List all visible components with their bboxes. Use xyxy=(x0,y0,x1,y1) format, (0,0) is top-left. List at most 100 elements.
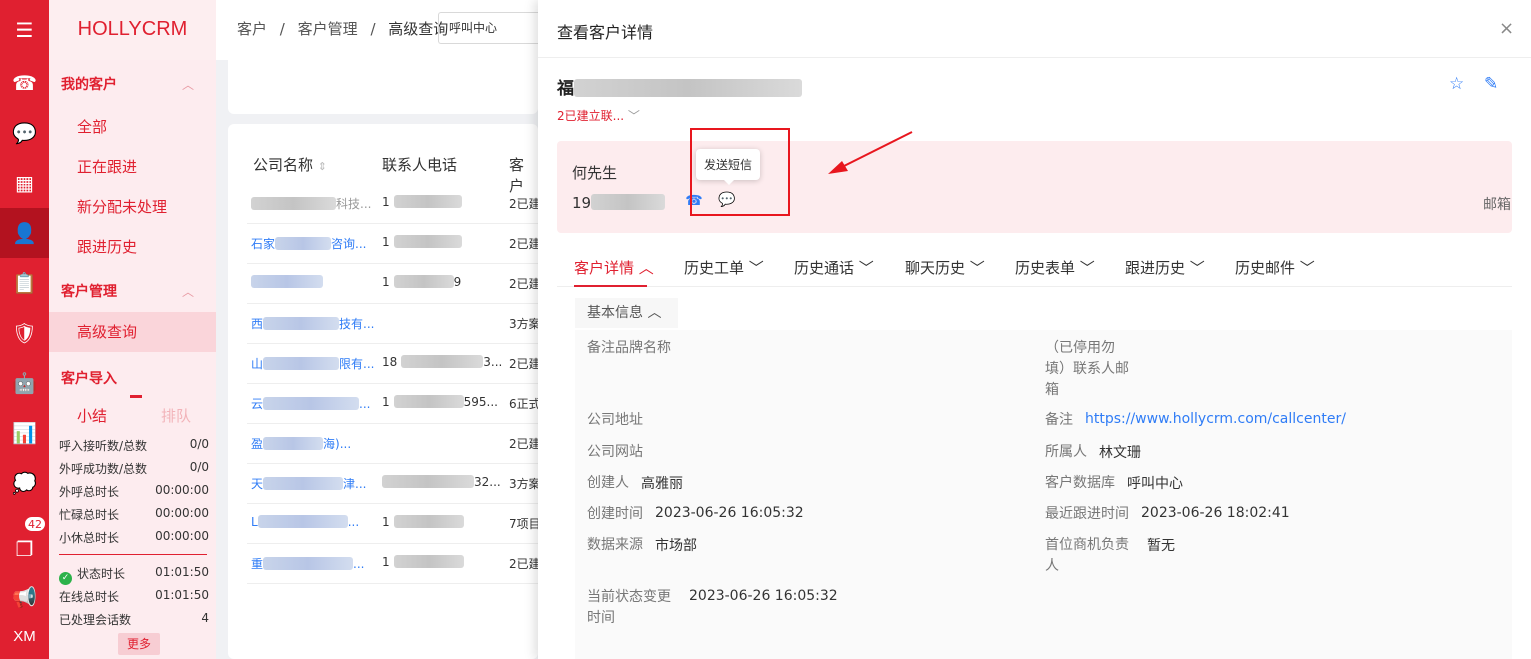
sidebar-item-new-assigned[interactable]: 新分配未处理 xyxy=(77,196,167,217)
star-icon[interactable]: ☆ xyxy=(1449,74,1464,94)
pointer-arrow xyxy=(828,131,913,174)
shield-icon[interactable]: 🛡 xyxy=(0,308,49,358)
tab-indicator xyxy=(574,285,647,287)
column-header-phone: 联系人电话 xyxy=(382,156,458,174)
field-label: 最近跟进时间 xyxy=(1045,506,1129,522)
chevron-down-icon: ﹀ xyxy=(627,109,640,123)
table-row[interactable]: 石家 咨询... 1 2已建 xyxy=(247,224,541,264)
table-row[interactable]: 云... 1 595... 6正式 xyxy=(247,384,541,424)
drawer-title: 查看客户详情 xyxy=(557,23,654,42)
check-circle-icon: ✓ xyxy=(59,572,72,585)
edit-icon[interactable]: ✎ xyxy=(1484,74,1498,94)
table-row[interactable]: 西技有... 3方案 xyxy=(247,304,541,344)
breadcrumb-customer[interactable]: 客户 xyxy=(237,20,267,38)
sidebar-group-customer-import[interactable]: 客户导入 xyxy=(61,368,117,388)
summary-tabs: 小结 排队 xyxy=(49,395,216,435)
email-label: 邮箱 xyxy=(1483,197,1511,213)
filter-panel xyxy=(228,60,538,114)
breadcrumb: 客户 / 客户管理 / 高级查询 xyxy=(237,20,449,38)
source-value: 市场部 xyxy=(655,538,697,554)
summary-tab-indicator xyxy=(130,395,142,398)
follow-time-value: 2023-06-26 18:02:41 xyxy=(1141,505,1290,521)
field-label: 首位商机负责人 xyxy=(1045,537,1129,574)
create-time-value: 2023-06-26 16:05:32 xyxy=(655,505,804,521)
breadcrumb-customer-manage[interactable]: 客户管理 xyxy=(298,20,358,38)
database-select[interactable]: 呼叫中心 xyxy=(438,12,538,44)
sidebar-group-my-customers[interactable]: 我的客户 xyxy=(61,74,117,94)
sidebar-item-all[interactable]: 全部 xyxy=(77,116,107,137)
customer-detail-drawer: 查看客户详情 × 福 ☆ ✎ 2已建立联... ﹀ 何先生 19 ☎ 💬 邮箱 … xyxy=(538,0,1531,659)
tab-history-calls[interactable]: 历史通话 ﹀ xyxy=(794,257,874,278)
tab-history-emails[interactable]: 历史邮件 ﹀ xyxy=(1235,257,1315,278)
pages-icon[interactable]: ❐ 42 xyxy=(0,516,49,574)
lead-value: 暂无 xyxy=(1147,538,1175,554)
field-label: 备注品牌名称 xyxy=(587,340,671,356)
chevron-up-icon[interactable]: ︿ xyxy=(182,283,194,300)
table-row[interactable]: 盈海)... 2已建 xyxy=(247,424,541,464)
stat-row: 呼入接听数/总数 0/0 xyxy=(59,437,209,453)
sidebar-item-advanced-search[interactable]: 高级查询 xyxy=(49,312,216,352)
table-row[interactable]: 科技... 1 2已建 xyxy=(247,184,541,224)
user-initials[interactable]: XM xyxy=(0,628,49,645)
clipboard-icon[interactable]: 📋 xyxy=(0,258,49,308)
chart-icon[interactable]: 📊 xyxy=(0,408,49,458)
field-label: （已停用勿填）联系人邮箱 xyxy=(1045,340,1129,398)
robot-icon[interactable]: 🤖 xyxy=(0,358,49,408)
field-label: 所属人 xyxy=(1045,444,1087,460)
table-row[interactable]: 19 2已建 xyxy=(247,264,541,304)
tab-follow-history[interactable]: 跟进历史 ﹀ xyxy=(1125,257,1205,278)
state-time-value: 2023-06-26 16:05:32 xyxy=(689,588,838,604)
table-row[interactable]: L... 1 7项目 xyxy=(247,504,541,544)
field-label: 公司地址 xyxy=(587,412,643,428)
message-icon[interactable]: 💭 xyxy=(0,458,49,508)
database-value: 呼叫中心 xyxy=(1127,476,1183,492)
tab-history-tickets[interactable]: 历史工单 ﹀ xyxy=(684,257,764,278)
tab-customer-detail[interactable]: 客户详情 ︿ xyxy=(574,257,654,278)
sidebar-group-customer-manage[interactable]: 客户管理 xyxy=(61,281,117,301)
field-label: 当前状态变更时间 xyxy=(587,589,671,626)
basic-info-panel: 备注品牌名称 （已停用勿填）联系人邮箱 公司地址 备注 https://www.… xyxy=(575,330,1512,659)
tab-summary[interactable]: 小结 xyxy=(77,405,107,426)
phone-icon[interactable]: ☎ xyxy=(0,58,49,108)
divider xyxy=(59,554,207,555)
relation-status-dropdown[interactable]: 2已建立联... ﹀ xyxy=(557,107,640,124)
customer-icon[interactable]: 👤 xyxy=(0,208,49,258)
field-label: 创建人 xyxy=(587,475,629,491)
tab-chat-history[interactable]: 聊天历史 ﹀ xyxy=(905,257,985,278)
contact-name: 何先生 xyxy=(572,164,618,182)
contact-phone: 19 xyxy=(572,194,666,212)
stat-row: 已处理会话数 4 xyxy=(59,611,209,627)
menu-icon[interactable]: ☰ xyxy=(0,5,49,55)
remark-link[interactable]: https://www.hollycrm.com/callcenter/ xyxy=(1085,411,1346,427)
customer-name: 福 xyxy=(557,74,802,99)
divider xyxy=(538,57,1531,58)
megaphone-icon[interactable]: 📢 xyxy=(0,572,49,622)
table-row[interactable]: 山限有... 18 3... 2已建 xyxy=(247,344,541,384)
column-header-company[interactable]: 公司名称 ⇕ xyxy=(253,154,327,175)
stat-row: ✓ 状态时长 01:01:50 xyxy=(59,565,209,585)
sort-icon[interactable]: ⇕ xyxy=(318,160,327,173)
table-row[interactable]: 重... 1 2已建 xyxy=(247,544,541,584)
detail-tabs: 客户详情 ︿ 历史工单 ﹀ 历史通话 ﹀ 聊天历史 ﹀ 历史表单 ﹀ 跟进历史 … xyxy=(557,249,1512,287)
section-basic-info[interactable]: 基本信息 ︿ xyxy=(575,298,678,328)
chevron-up-icon[interactable]: ︿ xyxy=(182,76,194,93)
sidebar-item-follow-history[interactable]: 跟进历史 xyxy=(77,236,137,257)
stat-row: 小休总时长 00:00:00 xyxy=(59,529,209,545)
field-label: 客户数据库 xyxy=(1045,475,1115,491)
owner-value: 林文珊 xyxy=(1099,445,1141,461)
stat-row: 外呼成功数/总数 0/0 xyxy=(59,460,209,476)
more-button[interactable]: 更多 xyxy=(118,633,160,655)
sms-tooltip: 发送短信 xyxy=(696,149,761,185)
close-icon[interactable]: × xyxy=(1499,18,1514,39)
notification-badge: 42 xyxy=(24,516,46,532)
customer-table: 公司名称 ⇕ 联系人电话 客户 科技... 1 2已建 石家 咨询... 1 2已… xyxy=(228,124,541,659)
chat-icon[interactable]: 💬 xyxy=(0,108,49,158)
field-label: 创建时间 xyxy=(587,506,643,522)
table-row[interactable]: 天津... 32... 3方案 xyxy=(247,464,541,504)
tab-history-forms[interactable]: 历史表单 ﹀ xyxy=(1015,257,1095,278)
field-label: 数据来源 xyxy=(587,537,643,553)
sidebar-item-following[interactable]: 正在跟进 xyxy=(77,156,137,177)
top-bar: 客户 / 客户管理 / 高级查询 呼叫中心 xyxy=(216,0,538,60)
grid-icon[interactable]: ▦ xyxy=(0,158,49,208)
tab-queue[interactable]: 排队 xyxy=(161,405,191,426)
